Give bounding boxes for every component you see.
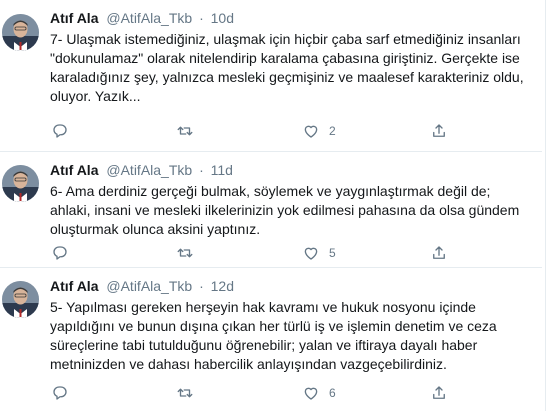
separator-dot: · — [199, 278, 204, 294]
author-handle[interactable]: @AtifAla_Tkb — [106, 10, 192, 26]
tweet-actions: 6 — [50, 383, 532, 403]
tweet[interactable]: Atıf Ala @AtifAla_Tkb · 10d 7- Ulaşmak i… — [0, 0, 542, 152]
like-button[interactable]: 6 — [302, 383, 336, 403]
retweet-button[interactable] — [176, 121, 194, 141]
author-handle[interactable]: @AtifAla_Tkb — [106, 278, 192, 294]
like-count: 2 — [329, 124, 336, 138]
like-count: 5 — [329, 246, 336, 260]
avatar[interactable] — [2, 14, 39, 51]
author-name[interactable]: Atıf Ala — [50, 162, 98, 178]
heart-icon — [304, 247, 318, 260]
tweet-text: 5- Yapılması gereken herşeyin hak kavram… — [50, 299, 497, 372]
tweet-header: Atıf Ala @AtifAla_Tkb · 11d — [50, 160, 532, 180]
reply-button[interactable] — [51, 243, 69, 263]
author-name[interactable]: Atıf Ala — [50, 10, 98, 26]
avatar[interactable] — [2, 281, 39, 318]
retweet-icon — [177, 248, 193, 258]
tweet-actions: 2 — [50, 121, 532, 141]
heart-icon — [304, 125, 318, 138]
reply-button[interactable] — [51, 121, 69, 141]
tweet-actions: 5 — [50, 243, 532, 263]
heart-icon — [304, 387, 318, 400]
tweet-text: 7- Ulaşmak istemediğiniz, ulaşmak için h… — [50, 31, 524, 104]
tweet-content: Atıf Ala @AtifAla_Tkb · 10d 7- Ulaşmak i… — [50, 8, 532, 106]
tweet-header: Atıf Ala @AtifAla_Tkb · 12d — [50, 276, 532, 296]
like-count: 6 — [329, 386, 336, 400]
like-button[interactable]: 5 — [302, 243, 336, 263]
share-icon — [433, 386, 445, 399]
avatar[interactable] — [2, 165, 39, 202]
tweet-time[interactable]: 10d — [211, 10, 234, 26]
tweet-feed: Atıf Ala @AtifAla_Tkb · 10d 7- Ulaşmak i… — [0, 0, 546, 411]
retweet-button[interactable] — [176, 383, 194, 403]
tweet-time[interactable]: 11d — [211, 162, 233, 178]
like-button[interactable]: 2 — [302, 121, 336, 141]
tweet-text: 6- Ama derdiniz gerçeği bulmak, söylemek… — [50, 183, 520, 237]
share-button[interactable] — [430, 243, 448, 263]
share-button[interactable] — [430, 383, 448, 403]
tweet-content: Atıf Ala @AtifAla_Tkb · 12d 5- Yapılması… — [50, 276, 532, 374]
reply-icon — [53, 386, 67, 400]
tweet-content: Atıf Ala @AtifAla_Tkb · 11d 6- Ama derdi… — [50, 160, 532, 239]
reply-button[interactable] — [51, 383, 69, 403]
author-name[interactable]: Atıf Ala — [50, 278, 98, 294]
author-handle[interactable]: @AtifAla_Tkb — [106, 162, 192, 178]
retweet-icon — [177, 126, 193, 136]
share-button[interactable] — [430, 121, 448, 141]
tweet-header: Atıf Ala @AtifAla_Tkb · 10d — [50, 8, 532, 28]
separator-dot: · — [199, 10, 204, 26]
tweet-time[interactable]: 12d — [211, 278, 234, 294]
share-icon — [433, 246, 445, 259]
reply-icon — [53, 124, 67, 138]
retweet-button[interactable] — [176, 243, 194, 263]
retweet-icon — [177, 388, 193, 398]
tweet[interactable]: Atıf Ala @AtifAla_Tkb · 11d 6- Ama derdi… — [0, 152, 542, 268]
share-icon — [433, 124, 445, 137]
reply-icon — [53, 246, 67, 260]
separator-dot: · — [199, 162, 204, 178]
tweet[interactable]: Atıf Ala @AtifAla_Tkb · 12d 5- Yapılması… — [0, 268, 542, 411]
